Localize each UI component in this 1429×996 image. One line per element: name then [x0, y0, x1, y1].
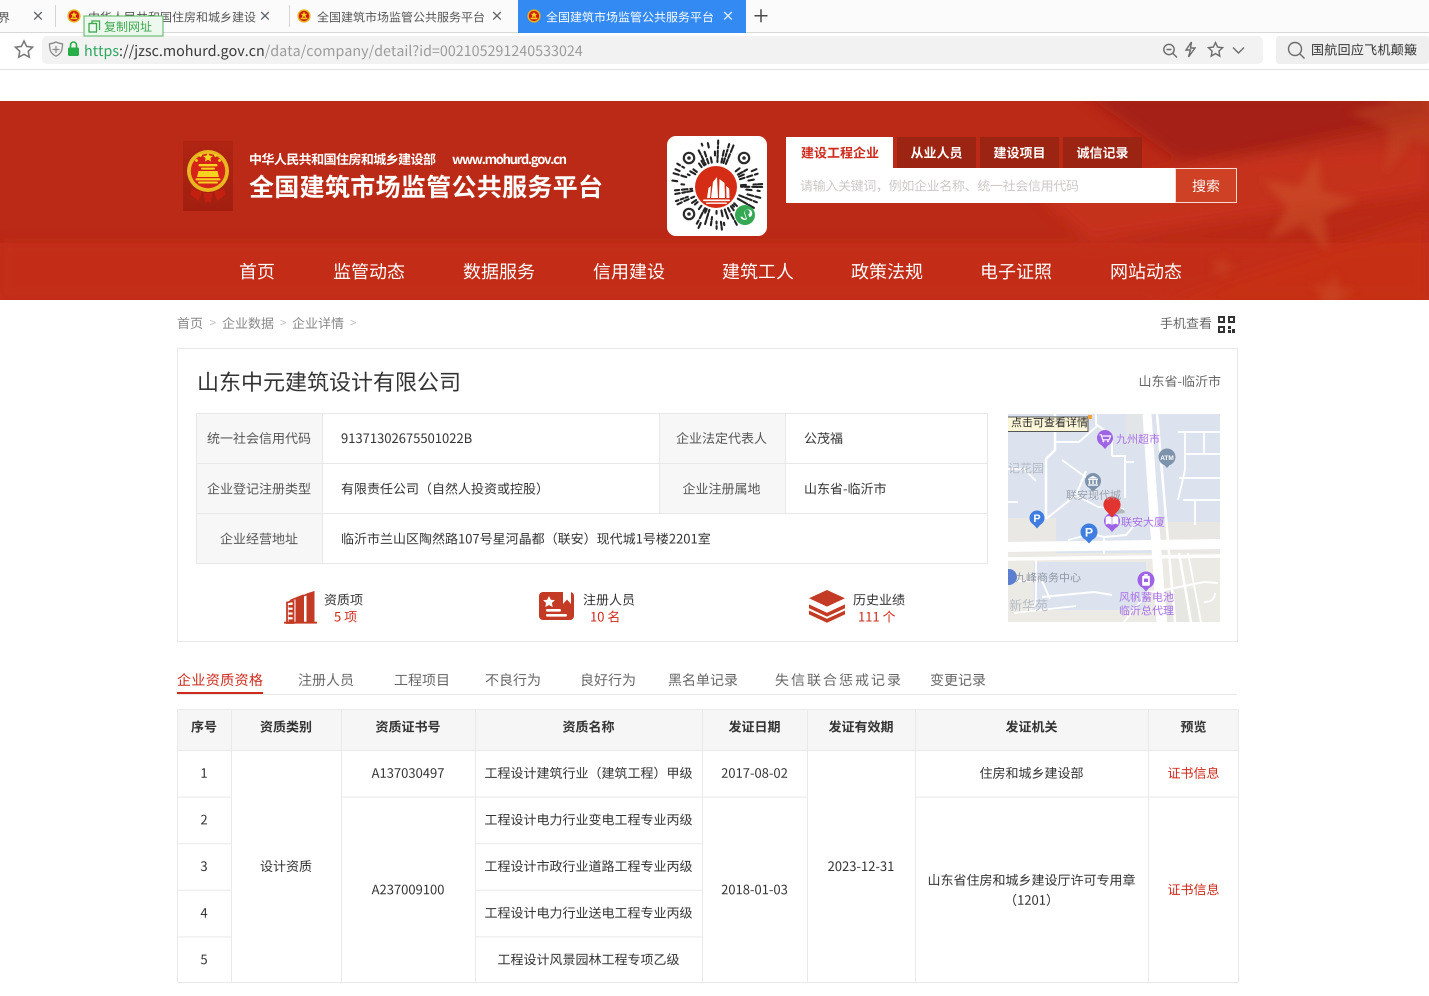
svg-text:P: P — [1085, 525, 1093, 539]
svg-text:P: P — [1033, 513, 1040, 525]
svg-text:ATM: ATM — [1160, 455, 1174, 462]
